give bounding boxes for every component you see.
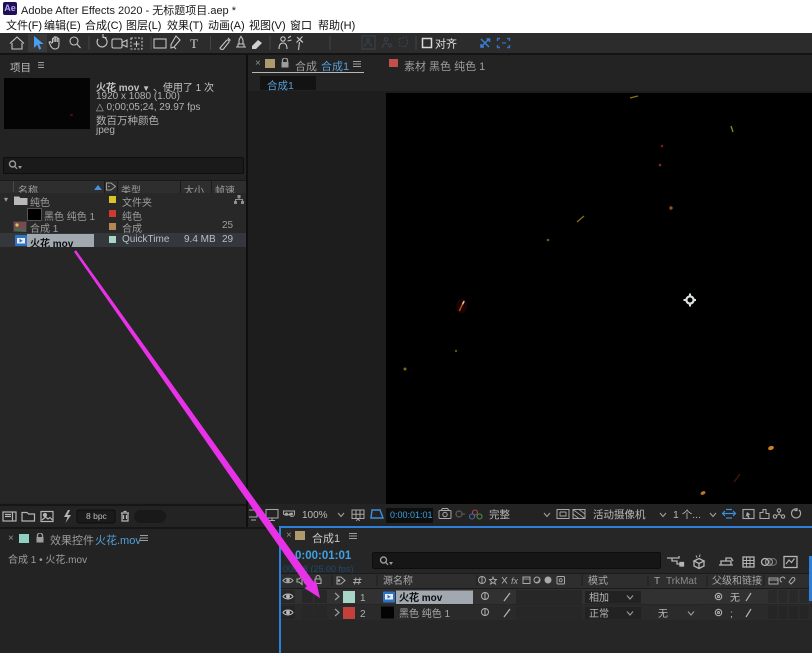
svg-text:活动摄像机: 活动摄像机 (593, 508, 646, 521)
svg-text:相加: 相加 (589, 591, 609, 604)
svg-text:1 个...: 1 个... (673, 509, 701, 521)
svg-text:无: 无 (658, 609, 668, 620)
svg-text:1: 1 (360, 593, 366, 604)
svg-text:fx: fx (511, 576, 519, 586)
svg-text:黑色 纯色 1: 黑色 纯色 1 (399, 607, 451, 620)
svg-text:100%: 100% (302, 510, 328, 521)
svg-text:父级和链接: 父级和链接 (712, 574, 762, 587)
svg-text:对齐: 对齐 (435, 37, 457, 51)
svg-text:火花 mov: 火花 mov (399, 591, 443, 604)
svg-text:T: T (654, 576, 660, 587)
svg-text:TrkMat: TrkMat (666, 576, 697, 587)
svg-text:完整: 完整 (489, 508, 510, 521)
svg-text:2: 2 (360, 609, 366, 620)
svg-text:模式: 模式 (588, 574, 608, 587)
svg-text:0:00:01:01: 0:00:01:01 (390, 510, 433, 520)
svg-text:正常: 正常 (589, 607, 609, 620)
svg-text:无: 无 (730, 593, 740, 604)
svg-text:源名称: 源名称 (383, 574, 413, 587)
svg-text:T: T (190, 36, 198, 51)
svg-text:8 bpc: 8 bpc (86, 511, 108, 521)
svg-text:;: ; (730, 609, 733, 620)
